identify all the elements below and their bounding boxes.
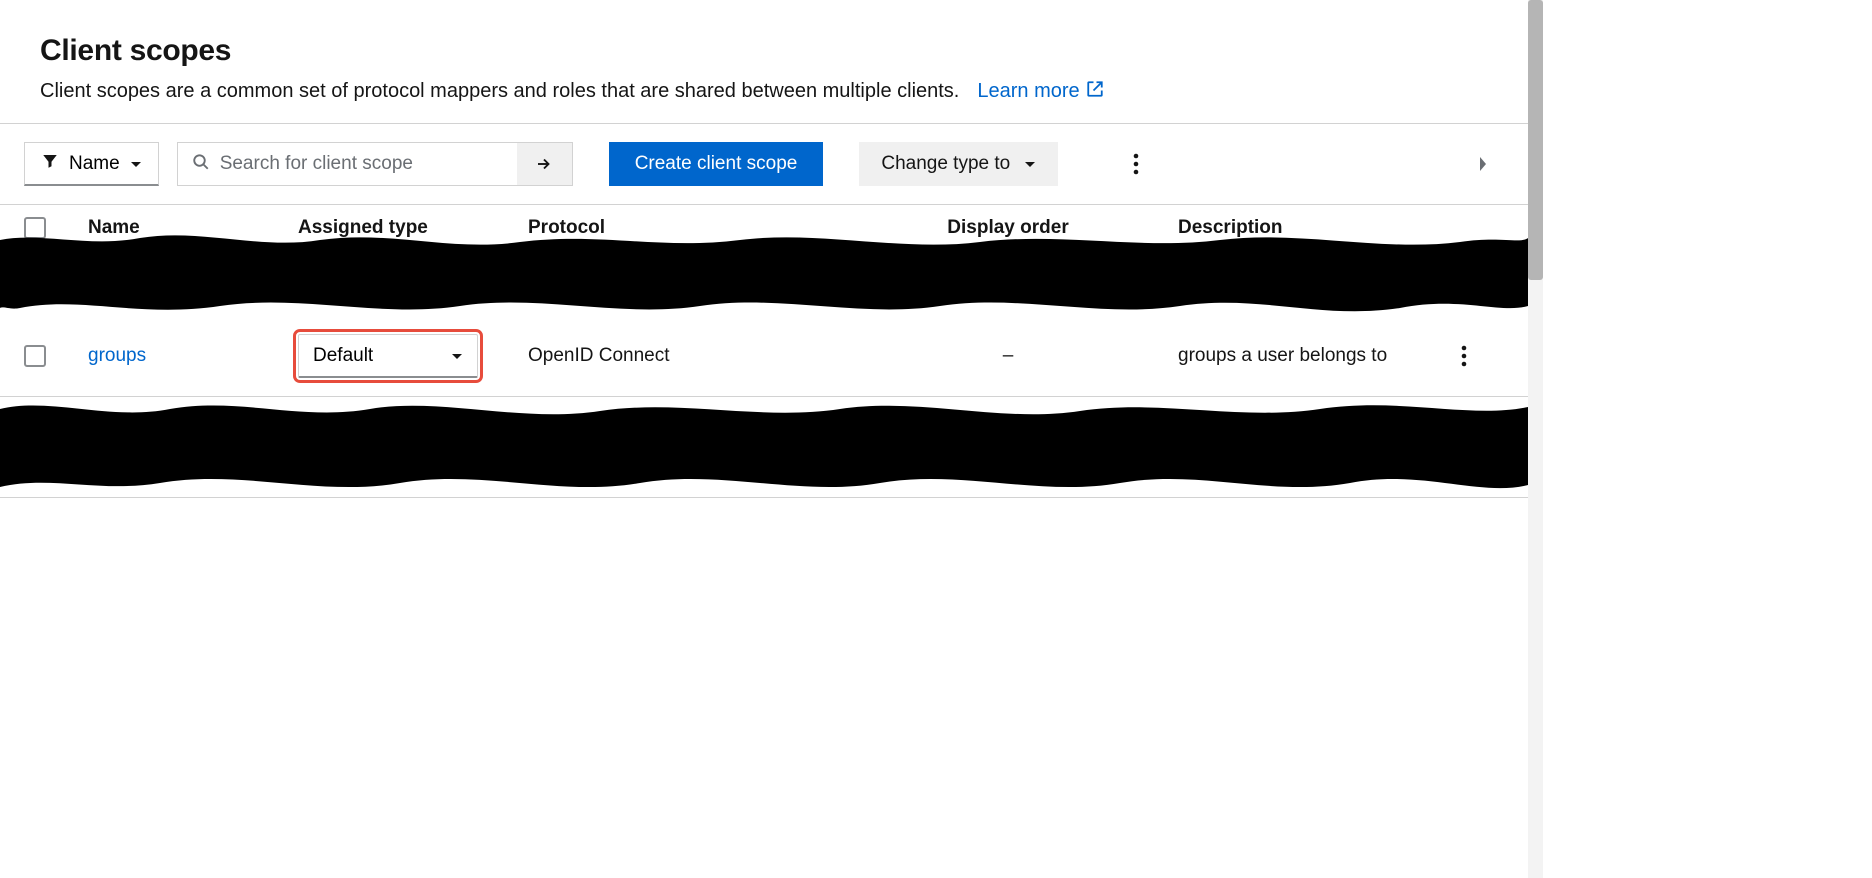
page-title: Client scopes [40, 34, 1488, 68]
pager-next-button[interactable] [1468, 149, 1498, 179]
learn-more-label: Learn more [977, 80, 1079, 103]
search-group [177, 142, 573, 186]
row-protocol: OpenID Connect [528, 345, 838, 367]
scrollbar-thumb[interactable] [1528, 0, 1543, 280]
assigned-type-value: Default [313, 345, 373, 367]
search-box[interactable] [177, 142, 517, 186]
toolbar: Name Create client scope Change t [0, 124, 1528, 204]
create-client-scope-button[interactable]: Create client scope [609, 142, 824, 186]
toolbar-kebab-button[interactable] [1116, 144, 1156, 184]
row-checkbox[interactable] [24, 345, 46, 367]
scrollbar-track[interactable] [1528, 0, 1543, 878]
learn-more-link[interactable]: Learn more [977, 80, 1103, 104]
row-name-link[interactable]: groups [88, 345, 146, 366]
change-type-label: Change type to [881, 153, 1010, 175]
redacted-region [0, 397, 1528, 497]
filter-label: Name [69, 153, 120, 175]
search-submit-button[interactable] [517, 142, 573, 186]
page-header: Client scopes Client scopes are a common… [0, 0, 1528, 123]
caret-down-icon [1024, 153, 1036, 175]
row-display-order: – [838, 345, 1178, 367]
search-icon [192, 153, 210, 176]
row-kebab-button[interactable] [1444, 336, 1484, 376]
row-description: groups a user belongs to [1178, 345, 1444, 367]
page-subtitle: Client scopes are a common set of protoc… [40, 78, 959, 105]
redacted-region [0, 230, 1528, 316]
search-input[interactable] [220, 153, 503, 175]
table: Name Assigned type Protocol Display orde… [0, 205, 1528, 498]
caret-down-icon [130, 153, 142, 175]
caret-down-icon [451, 345, 463, 367]
table-row: groups Default OpenID Connect – groups a… [0, 316, 1528, 397]
table-bottom-divider [0, 497, 1528, 498]
filter-dropdown[interactable]: Name [24, 142, 159, 186]
assigned-type-dropdown[interactable]: Default [298, 334, 478, 378]
external-link-icon [1086, 80, 1104, 104]
change-type-dropdown[interactable]: Change type to [859, 142, 1058, 186]
funnel-icon [41, 152, 59, 176]
